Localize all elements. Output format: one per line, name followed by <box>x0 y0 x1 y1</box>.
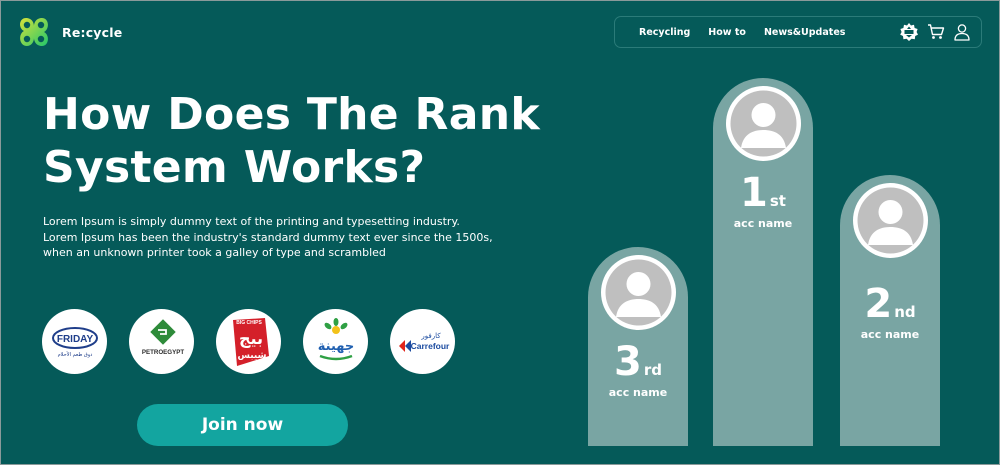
brand-juhayna[interactable]: جهينة <box>303 309 368 374</box>
avatar-second <box>852 183 928 258</box>
big-chips-logo-icon: BIG CHIPS بيج شيبس <box>232 317 269 366</box>
nav-link-news-updates[interactable]: News&Updates <box>764 27 845 38</box>
juhayna-logo-icon: جهينة <box>317 317 354 360</box>
carrefour-logo-text: Carrefour <box>410 341 449 351</box>
brand-petroegypt[interactable]: PETROEGYPT <box>129 309 194 374</box>
account-name: acc name <box>733 217 793 230</box>
big-chips-logo-top: BIG CHIPS <box>236 320 262 326</box>
rank-first: 1 st <box>740 173 786 213</box>
rank-suffix: rd <box>643 361 662 379</box>
page-title: How Does The Rank System Works? <box>43 88 563 194</box>
big-chips-logo-text: بيج <box>238 329 262 348</box>
big-chips-logo-sub: شيبس <box>237 351 266 361</box>
page-title-line-1: How Does The Rank <box>43 89 540 140</box>
carrefour-logo-arabic: كارفور <box>420 332 441 340</box>
friday-logo-icon: FRIDAY دوق طعم الأحلام <box>51 326 98 358</box>
brand-logo[interactable]: Re:cycle <box>16 14 122 50</box>
account-name: acc name <box>860 328 920 341</box>
user-avatar-icon <box>857 187 923 254</box>
rank-second: 2 nd <box>864 284 915 324</box>
rank-number: 2 <box>864 281 893 327</box>
rank-third: 3 rd <box>614 342 662 382</box>
user-icon[interactable] <box>953 23 971 41</box>
recycle-logo-icon <box>20 18 48 46</box>
juhayna-logo-text: جهينة <box>317 339 353 354</box>
podium-second: 2 nd acc name <box>840 175 940 446</box>
friday-logo-subtext: دوق طعم الأحلام <box>57 351 92 358</box>
petroegypt-logo-text: PETROEGYPT <box>141 349 184 356</box>
user-avatar-icon <box>605 259 671 326</box>
carrefour-logo-icon: كارفور Carrefour <box>398 332 450 352</box>
user-avatar-icon <box>730 90 796 157</box>
hero-description: Lorem Ipsum is simply dummy text of the … <box>43 215 493 259</box>
podium-first: 1 st acc name <box>713 78 813 446</box>
brand-carrefour[interactable]: كارفور Carrefour <box>390 309 455 374</box>
account-name: acc name <box>608 386 668 399</box>
rank-suffix: nd <box>894 303 916 321</box>
rank-suffix: st <box>769 192 786 210</box>
podium-third: 3 rd acc name <box>588 247 688 446</box>
top-nav: Recycling How to News&Updates <box>614 16 982 48</box>
partner-logos: FRIDAY دوق طعم الأحلام PETROEGYPT BIG CH… <box>42 309 455 374</box>
cart-icon[interactable] <box>927 23 945 41</box>
page-title-line-2: System Works? <box>43 142 426 193</box>
avatar-first <box>725 86 801 161</box>
petroegypt-logo-icon: PETROEGYPT <box>141 318 184 356</box>
nav-link-how-to[interactable]: How to <box>708 27 746 38</box>
app-name: Re:cycle <box>62 24 123 40</box>
recycle-badge-icon[interactable] <box>899 22 919 42</box>
join-now-button[interactable]: Join now <box>137 404 348 446</box>
rank-number: 1 <box>740 170 768 216</box>
nav-link-recycling[interactable]: Recycling <box>639 27 690 38</box>
avatar-third <box>600 255 676 330</box>
friday-logo-text: FRIDAY <box>56 334 93 345</box>
brand-friday[interactable]: FRIDAY دوق طعم الأحلام <box>42 309 107 374</box>
brand-big-chips[interactable]: BIG CHIPS بيج شيبس <box>216 309 281 374</box>
rank-number: 3 <box>614 339 642 385</box>
